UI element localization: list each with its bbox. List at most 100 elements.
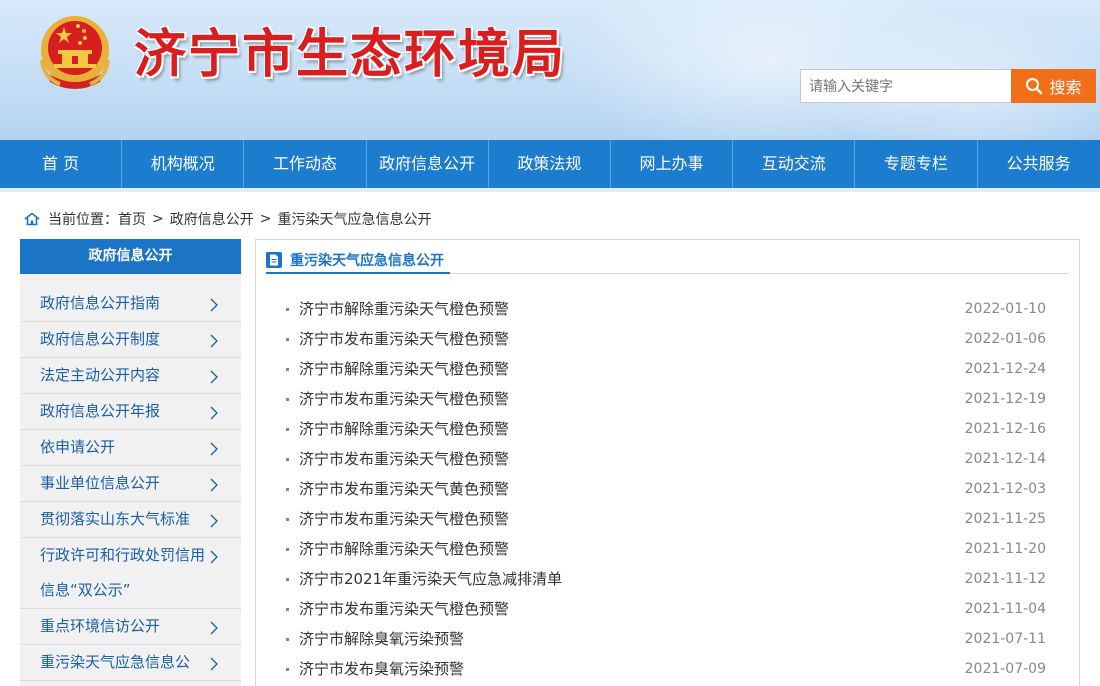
nav-item-work-news[interactable]: 工作动态	[244, 140, 367, 188]
bullet-icon	[286, 308, 289, 311]
chevron-right-icon	[210, 442, 218, 456]
list-item: 济宁市发布臭氧污染预警 2021-07-09	[284, 654, 1046, 684]
news-title-link[interactable]: 济宁市2021年重污染天气应急减排清单	[299, 564, 562, 594]
chevron-right-icon	[210, 406, 218, 420]
news-title-link[interactable]: 济宁市发布重污染天气黄色预警	[299, 474, 509, 504]
search-icon	[1026, 78, 1043, 95]
sidebar-item-statutory-content[interactable]: 法定主动公开内容	[20, 358, 241, 394]
sidebar-item-label: 重点环境信访公开	[40, 617, 161, 635]
breadcrumb-current: 重污染天气应急信息公开	[277, 212, 432, 228]
sidebar-item-annual-report[interactable]: 政府信息公开年报	[20, 394, 241, 430]
bullet-icon	[286, 338, 289, 341]
bullet-icon	[286, 488, 289, 491]
list-item: 济宁市发布重污染天气黄色预警 2021-12-03	[284, 474, 1046, 504]
news-title-link[interactable]: 济宁市解除重污染天气橙色预警	[299, 534, 509, 564]
breadcrumb-separator: >	[152, 211, 164, 227]
news-date: 2021-12-14	[964, 451, 1046, 467]
news-date: 2022-01-10	[964, 301, 1046, 317]
breadcrumb-separator: >	[259, 211, 272, 227]
nav-item-online-service[interactable]: 网上办事	[611, 140, 734, 188]
nav-item-policy[interactable]: 政策法规	[489, 140, 611, 188]
chevron-right-icon	[210, 370, 218, 384]
site-title: 济宁市生态环境局	[134, 24, 567, 85]
bullet-icon	[286, 578, 289, 581]
sidebar-item-double-publicity[interactable]: 行政许可和行政处罚信用信息“双公示”	[20, 538, 241, 609]
news-title-link[interactable]: 济宁市发布臭氧污染预警	[299, 654, 464, 684]
news-title-link[interactable]: 济宁市发布重污染天气橙色预警	[299, 594, 509, 624]
sidebar-item-air-standard[interactable]: 贯彻落实山东大气标准	[20, 502, 241, 538]
nav-item-home[interactable]: 首 页	[0, 140, 123, 188]
breadcrumb-level1-link[interactable]: 政府信息公开	[170, 209, 254, 229]
site-header: 济宁市生态环境局 搜索	[0, 0, 1100, 140]
news-date: 2021-07-11	[964, 631, 1046, 647]
list-item: 济宁市发布重污染天气橙色预警 2021-11-25	[284, 504, 1046, 534]
news-date: 2021-11-20	[964, 541, 1046, 557]
news-title-link[interactable]: 济宁市解除重污染天气橙色预警	[299, 414, 509, 444]
news-title-link[interactable]: 济宁市发布重污染天气橙色预警	[299, 444, 509, 474]
sidebar-item-system[interactable]: 政府信息公开制度	[20, 322, 241, 358]
bullet-icon	[286, 638, 289, 641]
list-item: 济宁市2021年重污染天气应急减排清单 2021-11-12	[284, 564, 1046, 594]
sidebar-item-label: 重污染天气应急信息公	[40, 653, 191, 671]
sidebar-item-label: 贯彻落实山东大气标准	[40, 510, 191, 528]
news-date: 2021-12-19	[964, 391, 1046, 407]
sidebar-item-institution-info[interactable]: 事业单位信息公开	[20, 466, 241, 502]
nav-item-public-service[interactable]: 公共服务	[978, 140, 1100, 188]
chevron-right-icon	[210, 621, 218, 635]
news-title-link[interactable]: 济宁市发布重污染天气橙色预警	[299, 384, 509, 414]
bullet-icon	[286, 548, 289, 551]
national-emblem-icon	[40, 16, 110, 89]
chevron-right-icon	[210, 514, 218, 528]
list-item: 济宁市发布重污染天气橙色预警 2021-11-04	[284, 594, 1046, 624]
news-date: 2021-12-24	[964, 361, 1046, 377]
chevron-right-icon	[210, 334, 218, 348]
list-item: 济宁市发布重污染天气橙色预警 2021-12-19	[284, 384, 1046, 414]
sidebar-item-pollution-emergency[interactable]: 重污染天气应急信息公	[20, 645, 241, 681]
nav-item-special-topics[interactable]: 专题专栏	[855, 140, 978, 188]
news-date: 2021-07-09	[964, 661, 1046, 677]
news-title-link[interactable]: 济宁市解除重污染天气橙色预警	[299, 294, 509, 324]
home-icon	[24, 212, 40, 226]
bullet-icon	[286, 518, 289, 521]
breadcrumb: 当前位置： 首页 > 政府信息公开 > 重污染天气应急信息公开	[24, 208, 431, 230]
panel-tab: 重污染天气应急信息公开	[266, 248, 450, 274]
sidebar-item-guide[interactable]: 政府信息公开指南	[20, 286, 241, 322]
nav-item-gov-info[interactable]: 政府信息公开	[367, 140, 489, 188]
nav-item-interaction[interactable]: 互动交流	[733, 140, 856, 188]
bullet-icon	[286, 398, 289, 401]
chevron-right-icon	[210, 657, 218, 671]
breadcrumb-home-link[interactable]: 首页	[118, 209, 146, 229]
news-title-link[interactable]: 济宁市解除重污染天气橙色预警	[299, 354, 509, 384]
news-list: 济宁市解除重污染天气橙色预警 2022-01-10 济宁市发布重污染天气橙色预警 2…	[284, 294, 1046, 684]
news-title-link[interactable]: 济宁市发布重污染天气橙色预警	[299, 504, 509, 534]
search-button-label: 搜索	[1049, 80, 1082, 97]
search-button[interactable]: 搜索	[1011, 69, 1096, 103]
sidebar-title: 政府信息公开	[20, 239, 241, 274]
sidebar-item-petition[interactable]: 重点环境信访公开	[20, 609, 241, 645]
sidebar-item-on-request[interactable]: 依申请公开	[20, 430, 241, 466]
sidebar-item-label: 政府信息公开指南	[40, 294, 161, 312]
sidebar-item-label: 政府信息公开年报	[40, 402, 161, 420]
bullet-icon	[286, 668, 289, 671]
list-item: 济宁市解除臭氧污染预警 2021-07-11	[284, 624, 1046, 654]
list-item: 济宁市发布重污染天气橙色预警 2021-12-14	[284, 444, 1046, 474]
news-date: 2021-12-03	[964, 481, 1046, 497]
news-date: 2021-11-25	[964, 511, 1046, 527]
news-title-link[interactable]: 济宁市解除臭氧污染预警	[299, 624, 464, 654]
sidebar-item-label: 事业单位信息公开	[40, 474, 161, 492]
panel-header: 重污染天气应急信息公开	[266, 248, 1069, 274]
news-date: 2021-11-04	[964, 601, 1046, 617]
news-date: 2022-01-06	[964, 331, 1046, 347]
news-title-link[interactable]: 济宁市发布重污染天气橙色预警	[299, 324, 509, 354]
sidebar-item-label: 法定主动公开内容	[40, 366, 161, 384]
sidebar-item-label: 依申请公开	[40, 438, 116, 456]
search-input[interactable]	[800, 69, 1012, 103]
bullet-icon	[286, 608, 289, 611]
bullet-icon	[286, 458, 289, 461]
sidebar-list: 政府信息公开指南 政府信息公开制度 法定主动公开内容 政府信息公开年报 依申请公…	[20, 286, 241, 681]
nav-item-organization[interactable]: 机构概况	[122, 140, 245, 188]
chevron-right-icon	[210, 550, 218, 564]
panel-title: 重污染天气应急信息公开	[290, 253, 444, 269]
chevron-right-icon	[210, 298, 218, 312]
breadcrumb-prefix: 当前位置：	[48, 212, 118, 228]
